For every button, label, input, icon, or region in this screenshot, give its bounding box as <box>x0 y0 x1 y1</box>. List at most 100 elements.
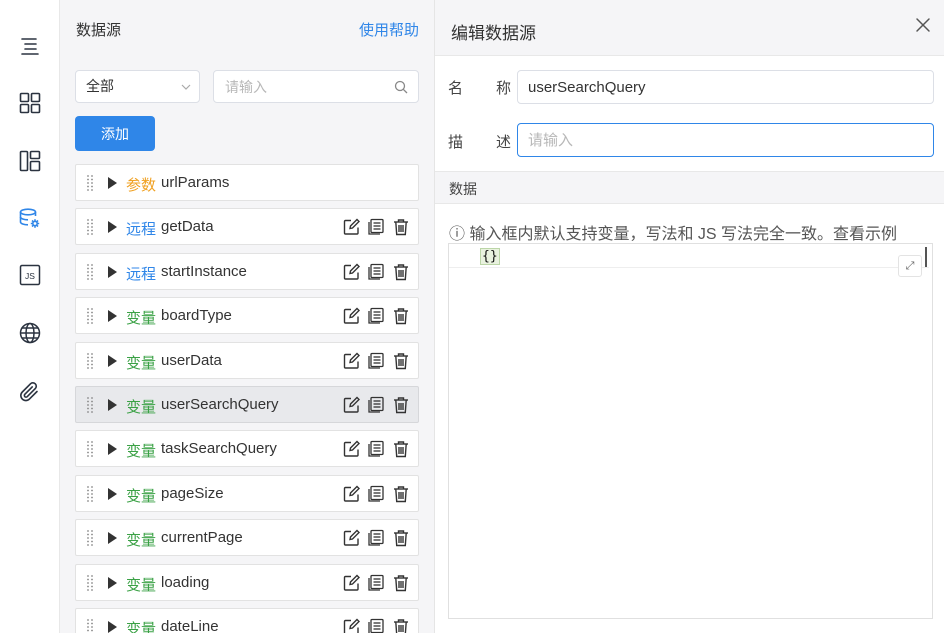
datasource-item[interactable]: 远程 startInstance <box>75 252 419 290</box>
code-content: {} <box>480 248 500 265</box>
datasource-item[interactable]: 变量 currentPage <box>75 519 419 557</box>
datasource-name: loading <box>161 573 210 591</box>
datasource-actions <box>342 440 410 458</box>
datasource-actions <box>342 263 410 281</box>
grid-icon[interactable] <box>15 88 45 118</box>
expand-arrow-icon[interactable] <box>108 620 117 633</box>
drag-handle-icon[interactable] <box>86 396 94 414</box>
delete-icon[interactable] <box>392 396 410 414</box>
drag-handle-icon[interactable] <box>86 618 94 633</box>
copy-icon[interactable] <box>367 396 385 414</box>
paperclip-icon[interactable] <box>15 377 45 407</box>
delete-icon[interactable] <box>392 263 410 281</box>
datasource-item[interactable]: 变量 loading <box>75 563 419 601</box>
drag-handle-icon[interactable] <box>86 218 94 236</box>
copy-icon[interactable] <box>367 529 385 547</box>
expand-arrow-icon[interactable] <box>108 398 117 411</box>
globe-icon[interactable] <box>15 318 45 348</box>
add-datasource-button[interactable]: 添加 <box>75 116 155 151</box>
datasource-name: dateLine <box>161 617 219 633</box>
name-input[interactable] <box>517 70 934 104</box>
edit-icon[interactable] <box>342 529 360 547</box>
help-link[interactable]: 使用帮助 <box>359 19 419 40</box>
datasource-item[interactable]: 远程 getData <box>75 208 419 246</box>
drag-handle-icon[interactable] <box>86 174 94 192</box>
drag-handle-icon[interactable] <box>86 352 94 370</box>
editor-header: 编辑数据源 <box>435 0 944 56</box>
expand-arrow-icon[interactable] <box>108 354 117 367</box>
description-input[interactable] <box>517 123 934 157</box>
expand-arrow-icon[interactable] <box>108 177 117 189</box>
delete-icon[interactable] <box>392 218 410 236</box>
outline-icon[interactable] <box>15 31 45 61</box>
datasource-type: 参数 <box>126 177 157 194</box>
database-settings-icon[interactable] <box>15 204 45 234</box>
drag-handle-icon[interactable] <box>86 440 94 458</box>
datasource-panel: 数据源 使用帮助 全部 添加 参数urlParams 远程getData 远程sta… <box>60 0 435 633</box>
expand-arrow-icon[interactable] <box>108 487 117 500</box>
edit-icon[interactable] <box>342 307 360 325</box>
copy-icon[interactable] <box>367 618 385 633</box>
edit-icon[interactable] <box>342 263 360 281</box>
datasource-item[interactable]: 变量 userSearchQuery <box>75 385 419 423</box>
delete-icon[interactable] <box>392 529 410 547</box>
datasource-type: 变量 <box>126 576 157 594</box>
edit-icon[interactable] <box>342 440 360 458</box>
edit-icon[interactable] <box>342 218 360 236</box>
datasource-item[interactable]: 变量 taskSearchQuery <box>75 430 419 468</box>
expand-arrow-icon[interactable] <box>108 310 117 323</box>
expand-arrow-icon[interactable] <box>108 265 117 278</box>
expand-icon[interactable]: ⤢ <box>898 255 922 277</box>
datasource-item[interactable]: 变量 dateLine <box>75 607 419 633</box>
delete-icon[interactable] <box>392 618 410 633</box>
code-editor[interactable]: {} ⤢ <box>448 243 933 619</box>
delete-icon[interactable] <box>392 440 410 458</box>
datasource-actions <box>342 218 410 236</box>
datasource-actions <box>342 529 410 547</box>
datasource-type: 变量 <box>126 620 157 633</box>
edit-icon[interactable] <box>342 574 360 592</box>
search-icon[interactable] <box>394 80 408 94</box>
expand-arrow-icon[interactable] <box>108 576 117 589</box>
drag-handle-icon[interactable] <box>86 263 94 281</box>
close-icon[interactable] <box>914 16 932 34</box>
delete-icon[interactable] <box>392 485 410 503</box>
copy-icon[interactable] <box>367 218 385 236</box>
js-icon[interactable]: JS <box>15 260 45 290</box>
svg-text:JS: JS <box>25 271 35 281</box>
edit-icon[interactable] <box>342 352 360 370</box>
expand-arrow-icon[interactable] <box>108 221 117 234</box>
filter-value: 全部 <box>86 78 114 94</box>
delete-icon[interactable] <box>392 307 410 325</box>
drag-handle-icon[interactable] <box>86 529 94 547</box>
edit-icon[interactable] <box>342 396 360 414</box>
datasource-item[interactable]: 变量 boardType <box>75 297 419 335</box>
drag-handle-icon[interactable] <box>86 307 94 325</box>
copy-icon[interactable] <box>367 485 385 503</box>
edit-icon[interactable] <box>342 618 360 633</box>
copy-icon[interactable] <box>367 440 385 458</box>
edit-icon[interactable] <box>342 485 360 503</box>
drag-handle-icon[interactable] <box>86 485 94 503</box>
copy-icon[interactable] <box>367 352 385 370</box>
copy-icon[interactable] <box>367 263 385 281</box>
panel-title: 数据源 <box>76 22 122 39</box>
datasource-item[interactable]: 变量 pageSize <box>75 474 419 512</box>
datasource-type: 变量 <box>126 398 157 416</box>
datasource-type: 变量 <box>126 443 157 461</box>
layout-icon[interactable] <box>15 146 45 176</box>
datasource-name: startInstance <box>161 262 247 280</box>
datasource-item[interactable]: 变量 userData <box>75 341 419 379</box>
delete-icon[interactable] <box>392 352 410 370</box>
delete-icon[interactable] <box>392 574 410 592</box>
type-filter-select[interactable]: 全部 <box>75 70 200 103</box>
expand-arrow-icon[interactable] <box>108 443 117 456</box>
search-input[interactable] <box>214 71 389 102</box>
copy-icon[interactable] <box>367 574 385 592</box>
copy-icon[interactable] <box>367 307 385 325</box>
drag-handle-icon[interactable] <box>86 574 94 592</box>
datasource-type: 变量 <box>126 487 157 505</box>
datasource-name: currentPage <box>161 529 243 547</box>
datasource-item[interactable]: 参数 urlParams <box>75 164 419 201</box>
expand-arrow-icon[interactable] <box>108 532 117 545</box>
